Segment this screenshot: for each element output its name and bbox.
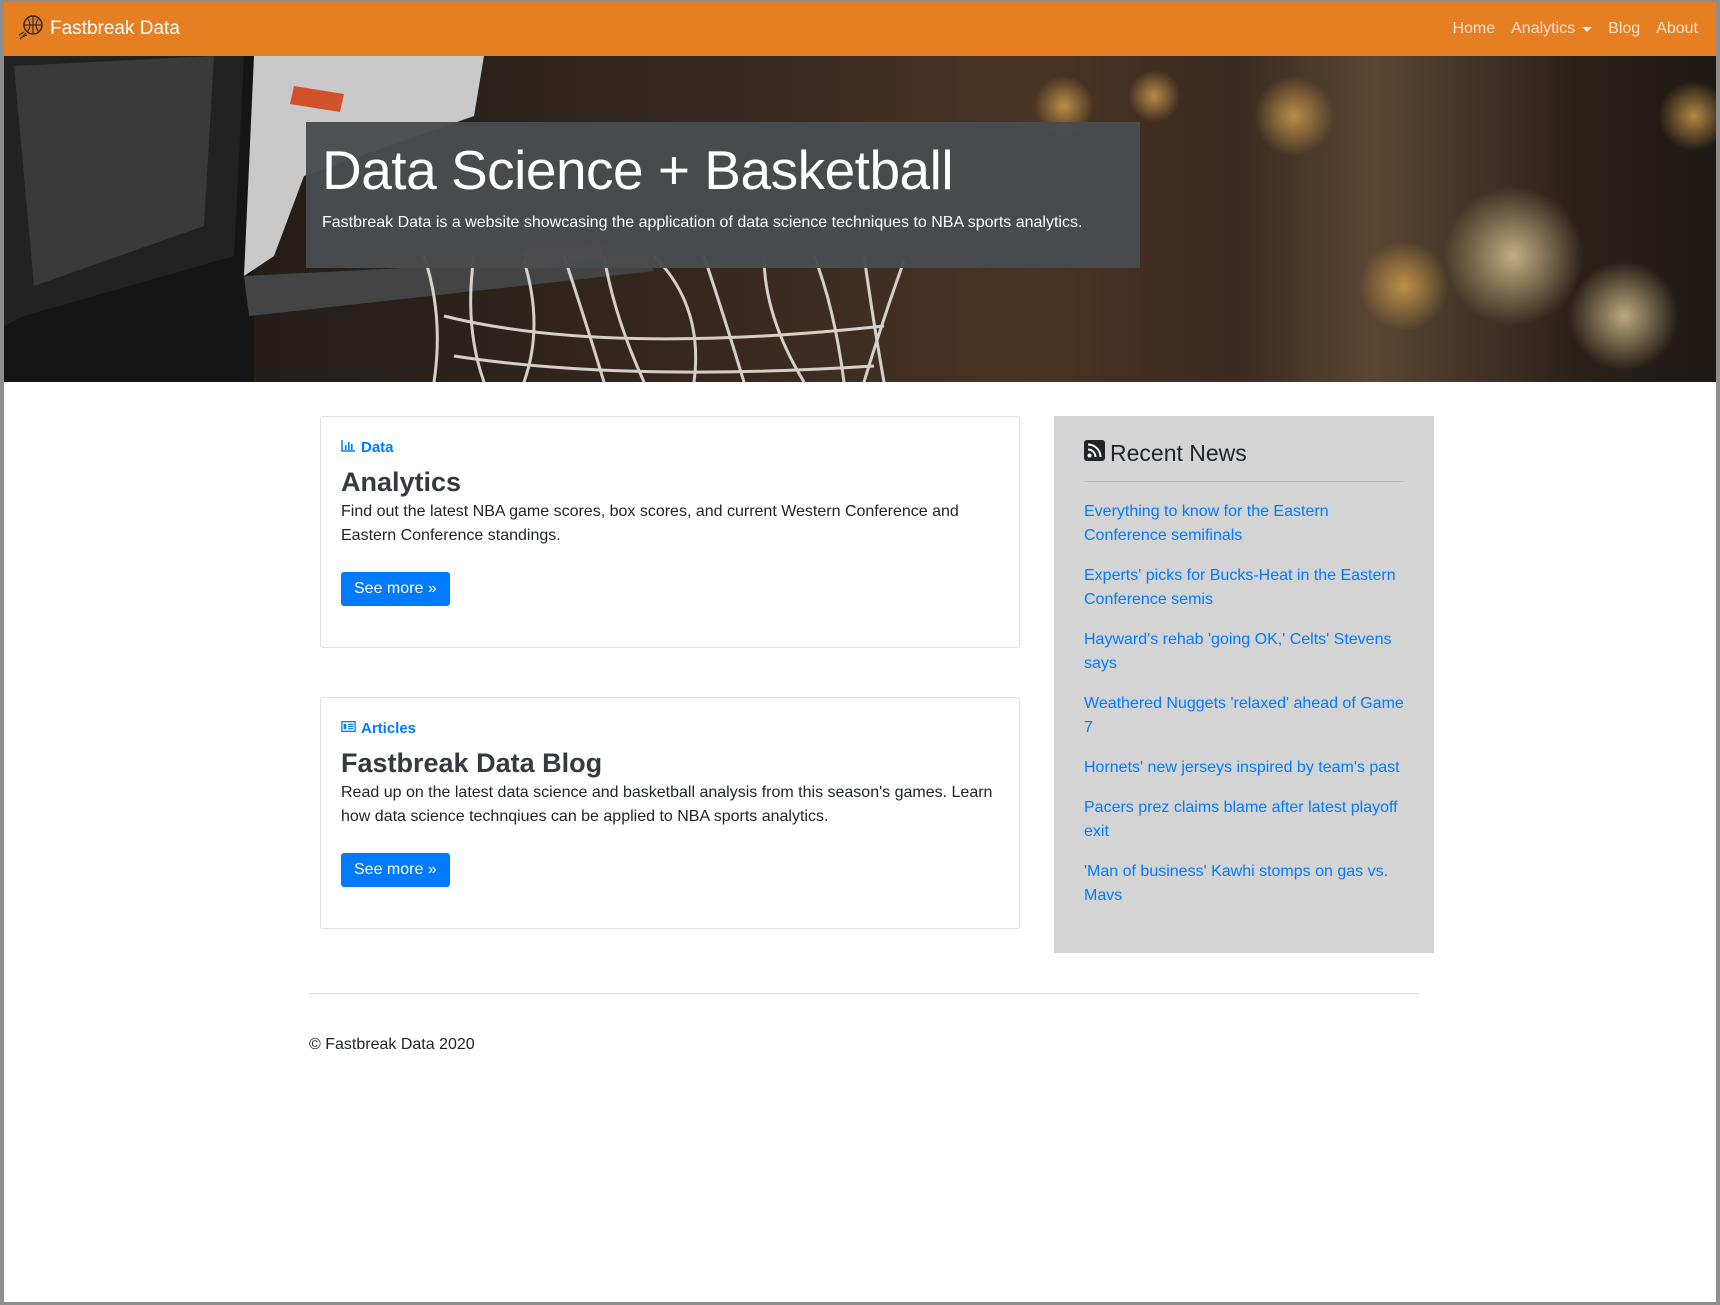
brand-name: Fastbreak Data: [50, 18, 180, 39]
nav-analytics-dropdown[interactable]: Analytics: [1511, 20, 1593, 38]
brand-link[interactable]: Fastbreak Data: [18, 13, 180, 46]
analytics-card: Data Analytics Find out the latest NBA g…: [320, 416, 1020, 648]
basketball-logo-icon: [18, 13, 50, 46]
card-text: Read up on the latest data science and b…: [341, 784, 993, 825]
navbar: Fastbreak Data Home Analytics Blog About: [4, 2, 1716, 56]
recent-news-title: Recent News: [1110, 440, 1247, 466]
newspaper-icon: [341, 720, 361, 737]
card-category-label: Data: [361, 439, 394, 456]
card-text: Find out the latest NBA game scores, box…: [341, 503, 959, 544]
nav-menu: Home Analytics Blog About: [1436, 20, 1698, 38]
see-more-analytics-button[interactable]: See more »: [341, 572, 450, 606]
caret-down-icon: [1582, 26, 1593, 32]
card-category: Data: [341, 439, 999, 456]
rss-icon: [1084, 440, 1110, 467]
card-title: Fastbreak Data Blog: [341, 748, 603, 778]
nav-blog[interactable]: Blog: [1608, 20, 1640, 38]
news-link[interactable]: Experts' picks for Bucks-Heat in the Eas…: [1084, 564, 1404, 612]
footer-divider: [309, 993, 1419, 994]
news-link[interactable]: Hornets' new jerseys inspired by team's …: [1084, 756, 1404, 780]
hero-jumbotron: Data Science + Basketball Fastbreak Data…: [306, 122, 1140, 268]
news-link[interactable]: Hayward's rehab 'going OK,' Celts' Steve…: [1084, 628, 1404, 676]
see-more-blog-button[interactable]: See more »: [341, 853, 450, 887]
news-link[interactable]: 'Man of business' Kawhi stomps on gas vs…: [1084, 860, 1404, 908]
nav-home[interactable]: Home: [1452, 20, 1495, 38]
nav-about[interactable]: About: [1656, 20, 1698, 38]
bar-chart-icon: [341, 439, 361, 456]
news-list: Everything to know for the Eastern Confe…: [1084, 500, 1404, 908]
recent-news-heading: Recent News: [1084, 440, 1404, 482]
news-link[interactable]: Weathered Nuggets 'relaxed' ahead of Gam…: [1084, 692, 1404, 740]
news-link[interactable]: Pacers prez claims blame after latest pl…: [1084, 796, 1404, 844]
footer-copyright: © Fastbreak Data 2020: [309, 1036, 475, 1053]
nav-analytics-label: Analytics: [1511, 20, 1576, 37]
blog-card: Articles Fastbreak Data Blog Read up on …: [320, 697, 1020, 929]
card-category: Articles: [341, 720, 999, 737]
hero-title: Data Science + Basketball: [322, 139, 954, 201]
hero-subtitle: Fastbreak Data is a website showcasing t…: [322, 214, 1083, 231]
card-title: Analytics: [341, 467, 462, 497]
news-link[interactable]: Everything to know for the Eastern Confe…: [1084, 500, 1404, 548]
hero-banner: Data Science + Basketball Fastbreak Data…: [4, 56, 1716, 382]
browser-viewport: Fastbreak Data Home Analytics Blog About: [0, 0, 1720, 1305]
recent-news-sidebar: Recent News Everything to know for the E…: [1054, 416, 1434, 953]
card-category-label: Articles: [361, 720, 417, 737]
